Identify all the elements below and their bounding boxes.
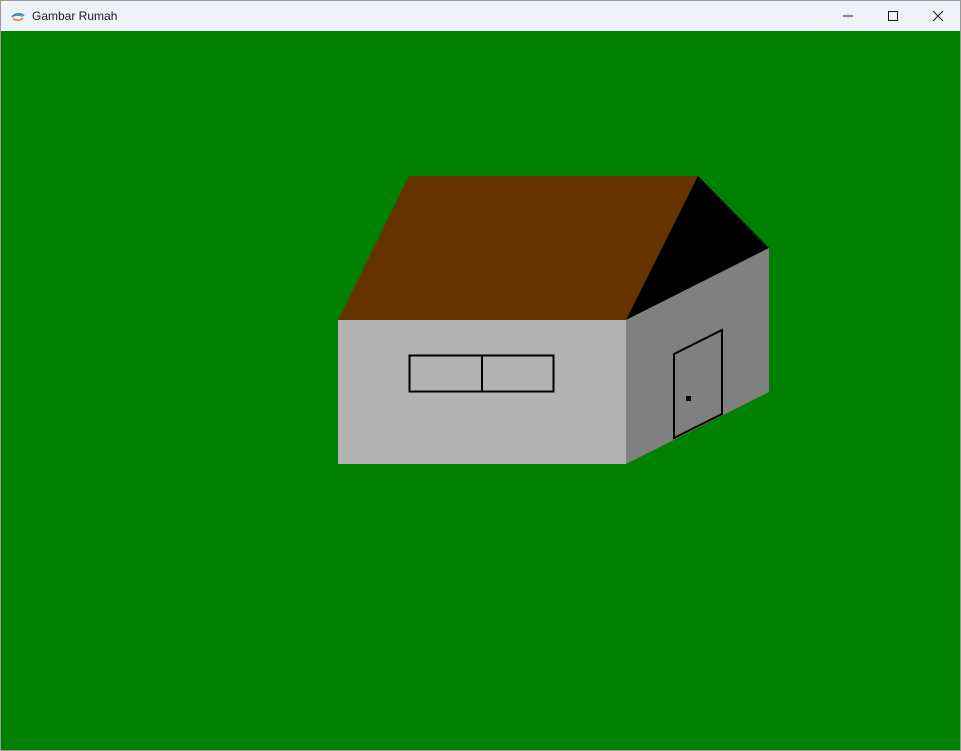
app-window: Gambar Rumah	[0, 0, 961, 751]
close-button[interactable]	[915, 1, 960, 31]
title-bar[interactable]: Gambar Rumah	[1, 1, 960, 31]
maximize-icon	[888, 11, 898, 21]
minimize-button[interactable]	[825, 1, 871, 31]
door-knob	[686, 396, 691, 401]
minimize-icon	[843, 15, 853, 17]
house-drawing	[1, 31, 960, 750]
java-app-icon	[11, 13, 25, 22]
maximize-button[interactable]	[870, 1, 916, 31]
window-title: Gambar Rumah	[32, 9, 118, 23]
close-icon	[932, 10, 944, 22]
drawing-canvas	[1, 31, 960, 750]
